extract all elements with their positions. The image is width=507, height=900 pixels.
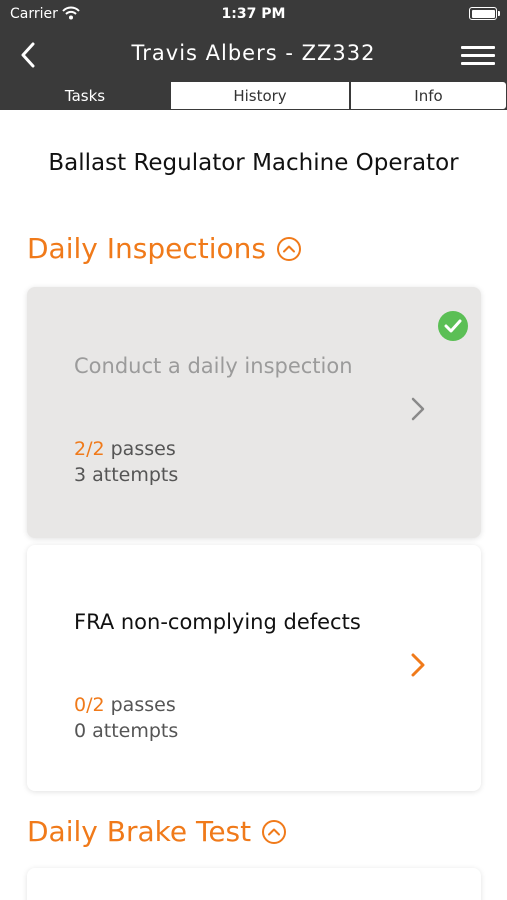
passes-label: passes [110,438,176,460]
task-title: Conduct a daily inspection [74,354,353,378]
section-title: Daily Brake Test [27,815,252,848]
navigation-bar: Travis Albers - ZZ332 [0,30,507,80]
attempts-text: 0 attempts [74,720,179,742]
clock: 1:37 PM [221,6,286,22]
tab-history[interactable]: History [170,81,350,110]
page-title: Travis Albers - ZZ332 [131,41,376,65]
role-title: Ballast Regulator Machine Operator [48,150,459,176]
task-title: FRA non-complying defects [74,610,361,634]
chevron-right-icon [411,397,425,425]
task-card-partial[interactable] [27,868,481,900]
checkmark-icon [438,311,468,341]
tab-tasks[interactable]: Tasks [0,81,170,110]
battery-icon [469,7,500,20]
section-title: Daily Inspections [27,232,266,265]
status-bar: Carrier 1:37 PM [0,0,507,30]
back-chevron-icon [21,42,35,68]
section-header-daily-inspections[interactable]: Daily Inspections [27,232,302,265]
task-card-conduct-daily-inspection[interactable]: Conduct a daily inspection 2/2 passes 3 … [27,287,481,538]
section-header-daily-brake-test[interactable]: Daily Brake Test [27,815,287,848]
collapse-chevron-up-icon[interactable] [276,236,302,262]
passes-count: 0/2 [74,694,105,716]
hamburger-menu-icon[interactable] [461,40,495,70]
collapse-chevron-up-icon[interactable] [261,819,287,845]
passes-text: 2/2 passes [74,438,176,460]
attempts-text: 3 attempts [74,464,179,486]
task-card-fra-non-complying-defects[interactable]: FRA non-complying defects 0/2 passes 0 a… [27,545,481,791]
tab-bar: Tasks History Info [0,80,507,110]
passes-label: passes [110,694,176,716]
passes-text: 0/2 passes [74,694,176,716]
tab-info[interactable]: Info [350,81,507,110]
chevron-right-icon [411,653,425,681]
back-button[interactable] [10,38,46,72]
passes-count: 2/2 [74,438,105,460]
